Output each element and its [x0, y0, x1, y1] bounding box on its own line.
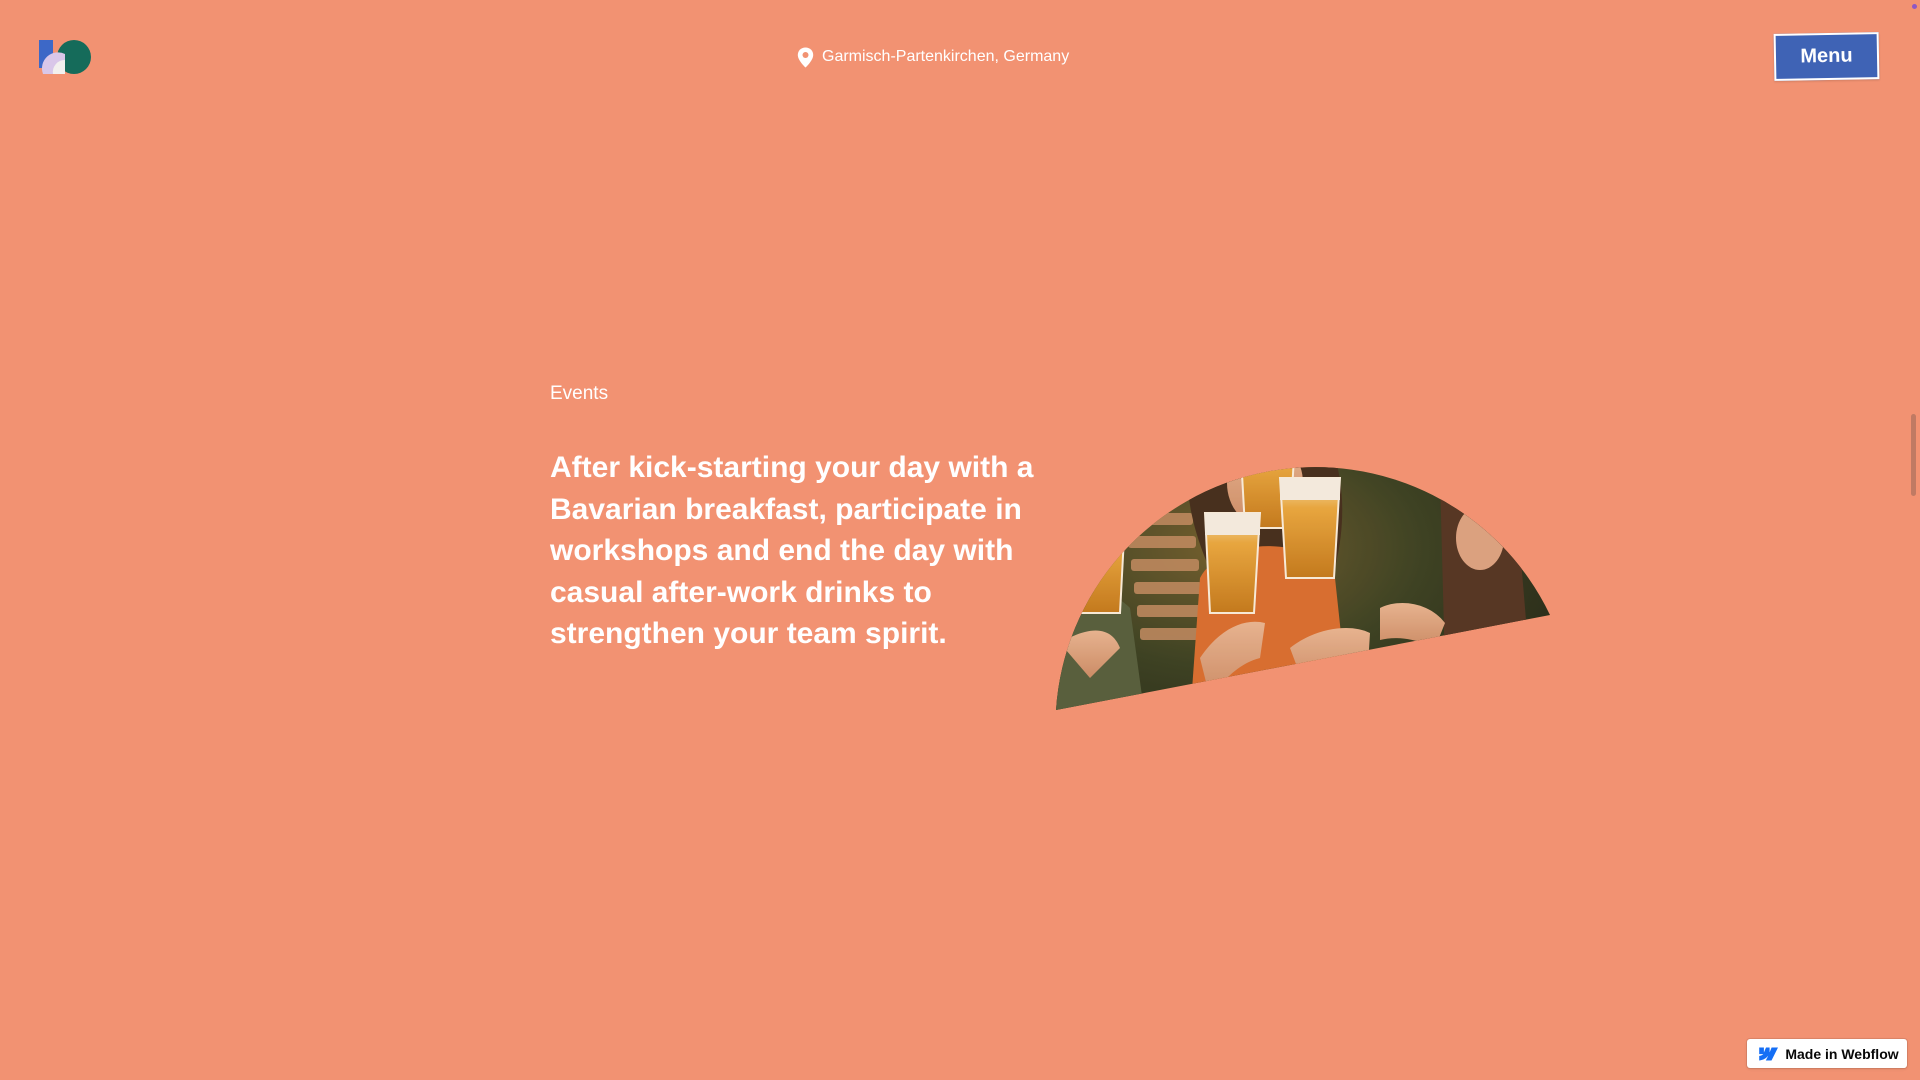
- corner-indicator-dot: [1912, 4, 1917, 9]
- headline: After kick-starting your day with a Bava…: [550, 451, 1034, 650]
- scrollbar-thumb[interactable]: [1911, 414, 1916, 496]
- event-photo: [1050, 408, 1560, 718]
- menu-button[interactable]: Menu: [1773, 32, 1880, 81]
- made-in-webflow-badge[interactable]: Made in Webflow: [1747, 1039, 1907, 1068]
- section-label: Events: [550, 383, 609, 404]
- location-text: Garmisch-Partenkirchen, Germany: [822, 48, 1070, 65]
- brand-logo-icon: [39, 40, 91, 74]
- made-in-webflow-label: Made in Webflow: [1785, 1045, 1899, 1062]
- map-pin-icon: [797, 47, 814, 67]
- location: Garmisch-Partenkirchen, Germany: [797, 45, 1069, 69]
- brand-logo[interactable]: [39, 38, 93, 76]
- webflow-icon: [1759, 1047, 1779, 1060]
